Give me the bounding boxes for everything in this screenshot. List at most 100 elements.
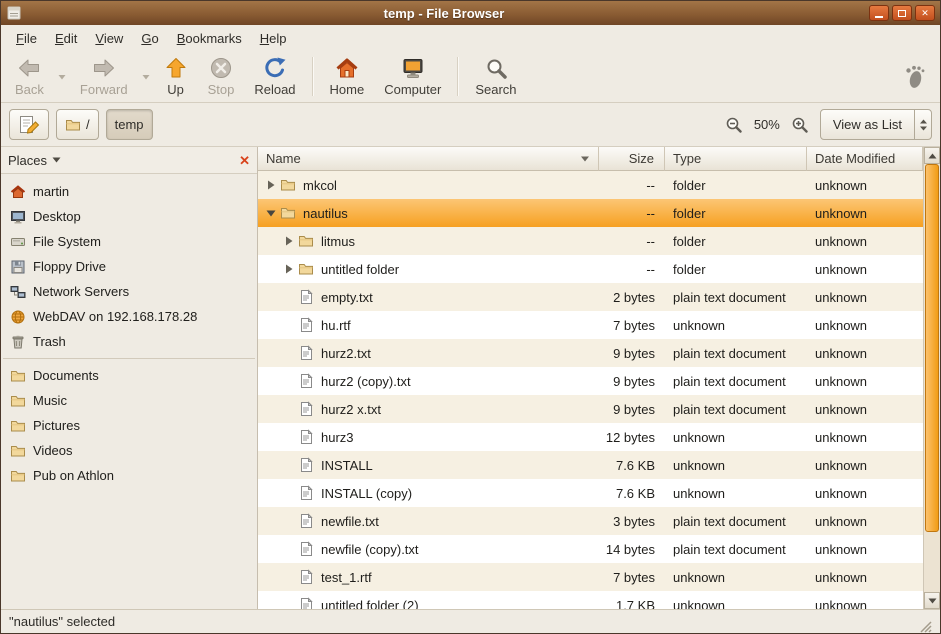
sidebar-item-label: Trash	[33, 334, 66, 349]
table-row[interactable]: hu.rtf7 bytesunknownunknown	[258, 311, 923, 339]
edit-location-button[interactable]	[9, 109, 49, 140]
toolbar-button-label: Forward	[80, 82, 128, 97]
table-row[interactable]: mkcol--folderunknown	[258, 171, 923, 199]
table-row[interactable]: untitled folder--folderunknown	[258, 255, 923, 283]
table-row[interactable]: hurz2.txt9 bytesplain text documentunkno…	[258, 339, 923, 367]
table-row[interactable]: untitled folder (2)1.7 KBunknownunknown	[258, 591, 923, 609]
table-row[interactable]: hurz2 x.txt9 bytesplain text documentunk…	[258, 395, 923, 423]
expander-closed-icon[interactable]	[262, 179, 280, 191]
file-name: hu.rtf	[321, 318, 351, 333]
table-row[interactable]: INSTALL (copy)7.6 KBunknownunknown	[258, 479, 923, 507]
table-row[interactable]: litmus--folderunknown	[258, 227, 923, 255]
menu-file[interactable]: File	[7, 28, 46, 49]
file-date: unknown	[807, 598, 923, 610]
table-row[interactable]: hurz2 (copy).txt9 bytesplain text docume…	[258, 367, 923, 395]
sidebar-item-pub-on-athlon[interactable]: Pub on Athlon	[1, 463, 257, 488]
expander-open-icon[interactable]	[262, 207, 280, 219]
folder-icon	[10, 418, 26, 434]
text-file-icon	[298, 317, 316, 333]
text-file-icon	[298, 429, 316, 445]
toolbar-separator	[312, 57, 314, 96]
text-file-icon	[298, 513, 316, 529]
resize-grip[interactable]	[918, 619, 932, 633]
table-row[interactable]: nautilus--folderunknown	[258, 199, 923, 227]
column-header-date-modified[interactable]: Date Modified	[807, 147, 923, 171]
up-button[interactable]: Up	[154, 51, 198, 102]
sidebar-item-file-system[interactable]: File System	[1, 229, 257, 254]
text-file-icon	[298, 345, 316, 361]
zoom-out-button[interactable]	[723, 114, 745, 136]
file-size: 2 bytes	[599, 290, 665, 305]
file-name: mkcol	[303, 178, 337, 193]
table-row[interactable]: hurz312 bytesunknownunknown	[258, 423, 923, 451]
table-row[interactable]: INSTALL7.6 KBunknownunknown	[258, 451, 923, 479]
root-path-button[interactable]: /	[56, 109, 99, 140]
file-size: --	[599, 234, 665, 249]
table-row[interactable]: empty.txt2 bytesplain text documentunkno…	[258, 283, 923, 311]
scroll-up-button[interactable]	[924, 147, 940, 164]
zoom-in-button[interactable]	[789, 114, 811, 136]
sidebar-item-webdav-on-192-168-178-28[interactable]: WebDAV on 192.168.178.28	[1, 304, 257, 329]
table-row[interactable]: newfile.txt3 bytesplain text documentunk…	[258, 507, 923, 535]
column-header-name[interactable]: Name	[258, 147, 599, 171]
table-row[interactable]: test_1.rtf7 bytesunknownunknown	[258, 563, 923, 591]
file-size: 9 bytes	[599, 346, 665, 361]
forward-button: Forward	[70, 51, 138, 102]
file-date: unknown	[807, 290, 923, 305]
sidebar-item-network-servers[interactable]: Network Servers	[1, 279, 257, 304]
sidebar-item-martin[interactable]: martin	[1, 179, 257, 204]
maximize-button[interactable]	[892, 5, 912, 21]
status-text: "nautilus" selected	[9, 614, 115, 629]
menu-go[interactable]: Go	[132, 28, 167, 49]
reload-icon	[263, 56, 287, 80]
webdav-icon	[10, 309, 26, 325]
file-size: 3 bytes	[599, 514, 665, 529]
sidebar-item-music[interactable]: Music	[1, 388, 257, 413]
view-mode-select[interactable]: View as List	[820, 109, 932, 140]
current-path-button[interactable]: temp	[106, 109, 153, 140]
home-icon	[335, 56, 359, 80]
toolbar-separator	[457, 57, 459, 96]
column-header-type[interactable]: Type	[665, 147, 807, 171]
current-path-label: temp	[115, 117, 144, 132]
file-browser-window: temp - File Browser ✕ FileEditViewGoBook…	[0, 0, 941, 634]
home-button[interactable]: Home	[320, 51, 375, 102]
computer-button[interactable]: Computer	[374, 51, 451, 102]
column-header-size[interactable]: Size	[599, 147, 665, 171]
expander-closed-icon[interactable]	[280, 263, 298, 275]
menu-edit[interactable]: Edit	[46, 28, 86, 49]
table-row[interactable]: newfile (copy).txt14 bytesplain text doc…	[258, 535, 923, 563]
close-button[interactable]: ✕	[915, 5, 935, 21]
menu-view[interactable]: View	[86, 28, 132, 49]
sidebar-item-pictures[interactable]: Pictures	[1, 413, 257, 438]
reload-button[interactable]: Reload	[244, 51, 305, 102]
sidebar-item-desktop[interactable]: Desktop	[1, 204, 257, 229]
file-type: plain text document	[665, 290, 807, 305]
text-file-icon	[298, 597, 316, 609]
scrollbar-track[interactable]	[924, 164, 940, 592]
back-button: Back	[5, 51, 54, 102]
vertical-scrollbar[interactable]	[923, 147, 940, 609]
file-type: unknown	[665, 318, 807, 333]
file-type: folder	[665, 206, 807, 221]
expander-closed-icon[interactable]	[280, 235, 298, 247]
file-name: hurz2.txt	[321, 346, 371, 361]
sidebar-item-videos[interactable]: Videos	[1, 438, 257, 463]
sidebar-item-floppy-drive[interactable]: Floppy Drive	[1, 254, 257, 279]
file-name: newfile.txt	[321, 514, 379, 529]
minimize-button[interactable]	[869, 5, 889, 21]
sidebar-item-documents[interactable]: Documents	[1, 363, 257, 388]
sidebar-item-trash[interactable]: Trash	[1, 329, 257, 354]
sidebar-close-button[interactable]: ✕	[239, 154, 250, 167]
scrollbar-thumb[interactable]	[925, 164, 939, 532]
menu-help[interactable]: Help	[251, 28, 296, 49]
scroll-down-button[interactable]	[924, 592, 940, 609]
sidebar-item-label: File System	[33, 234, 101, 249]
menu-bookmarks[interactable]: Bookmarks	[168, 28, 251, 49]
sidebar-item-label: Network Servers	[33, 284, 129, 299]
window-title: temp - File Browser	[22, 6, 866, 21]
search-button[interactable]: Search	[465, 51, 526, 102]
places-dropdown[interactable]: Places	[8, 153, 61, 168]
window-menu-icon[interactable]	[6, 5, 22, 21]
file-size: --	[599, 178, 665, 193]
